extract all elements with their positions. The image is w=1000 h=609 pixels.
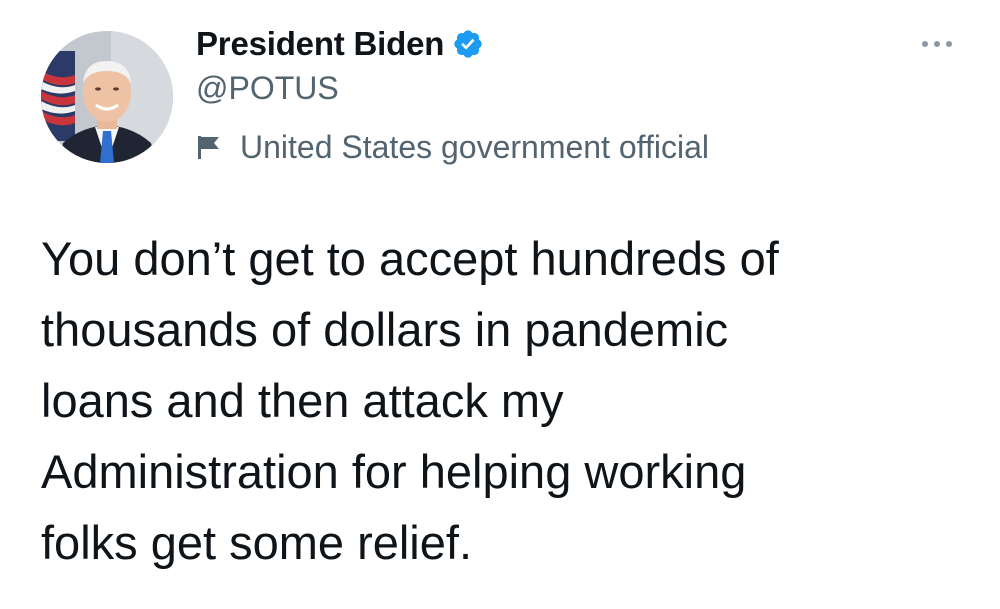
tweet-text-line: loans and then attack my: [41, 374, 564, 427]
government-label[interactable]: United States government official: [196, 124, 709, 170]
tweet-text-line: folks get some relief.: [41, 516, 473, 569]
tweet-text: You don’t get to accept hundreds of thou…: [41, 223, 941, 578]
handle[interactable]: @POTUS: [196, 70, 339, 107]
display-name[interactable]: President Biden: [196, 25, 444, 63]
tweet-text-line: thousands of dollars in pandemic: [41, 303, 729, 356]
avatar[interactable]: [41, 31, 173, 163]
author-name-row: President Biden: [196, 22, 484, 66]
more-options-icon: [922, 41, 952, 47]
tweet-card: President Biden @POTUS United States gov…: [0, 0, 1000, 609]
more-options-button[interactable]: [915, 32, 959, 56]
avatar-image: [41, 31, 173, 163]
tweet-text-line: Administration for helping working: [41, 445, 747, 498]
flag-icon: [196, 134, 222, 160]
verified-badge-icon: [452, 28, 484, 60]
government-label-text: United States government official: [240, 128, 709, 165]
tweet-text-line: You don’t get to accept hundreds of: [41, 232, 779, 285]
